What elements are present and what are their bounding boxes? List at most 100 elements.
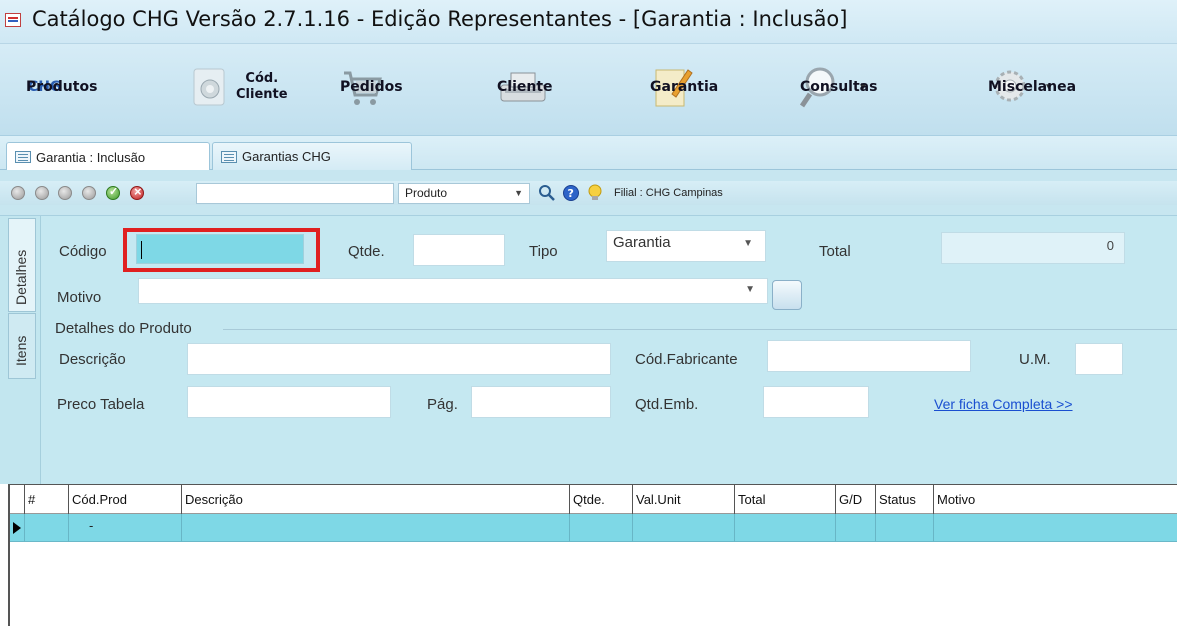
- next-record-button[interactable]: [58, 186, 72, 200]
- filter-selected-value: Produto: [405, 186, 448, 200]
- consultas-button[interactable]: Consultas ▼: [799, 58, 877, 116]
- cod-fabricante-label: Cód.Fabricante: [635, 351, 738, 368]
- cod-cliente-button[interactable]: Cód. Cliente: [190, 58, 288, 116]
- tab-garantia-inclusao[interactable]: Garantia : Inclusão: [6, 142, 210, 171]
- main-form: Detalhes Itens Código Qtde. Tipo Garanti…: [0, 216, 1177, 484]
- qtde-label: Qtde.: [348, 243, 385, 260]
- document-tabs: Garantia : Inclusão Garantias CHG: [0, 136, 1177, 171]
- items-grid: # Cód.Prod Descrição Qtde. Val.Unit Tota…: [8, 484, 1177, 626]
- motivo-lookup-button[interactable]: [772, 280, 802, 310]
- column-header[interactable]: G/D: [835, 485, 875, 515]
- app-icon: [5, 13, 21, 27]
- qtde-input[interactable]: [413, 234, 505, 266]
- motivo-select[interactable]: ▼: [138, 278, 768, 304]
- help-icon[interactable]: ?: [562, 184, 580, 202]
- chevron-down-icon: ▼: [514, 188, 523, 198]
- pag-label: Pág.: [427, 396, 458, 413]
- cod-cliente-icon: [190, 65, 230, 109]
- cancel-button[interactable]: [130, 184, 144, 200]
- navigation-toolbar: Produto ▼ ? Filial : CHG Campinas: [0, 170, 1177, 216]
- pedidos-label: Pedidos: [340, 79, 403, 95]
- tab-detalhes-label: Detalhes: [13, 249, 29, 305]
- table-cell: [569, 514, 632, 542]
- column-header[interactable]: Total: [734, 485, 835, 515]
- produtos-label: Produtos: [26, 79, 98, 95]
- tipo-select[interactable]: Garantia ▼: [606, 230, 766, 262]
- cod-cliente-label: Cód. Cliente: [236, 71, 288, 103]
- column-header[interactable]: Val.Unit: [632, 485, 734, 515]
- table-cell: [933, 514, 1177, 542]
- form-icon: [221, 150, 237, 163]
- total-field: 0: [941, 232, 1125, 264]
- codigo-input[interactable]: [136, 234, 304, 264]
- group-divider: [223, 329, 1177, 330]
- previous-record-button[interactable]: [35, 186, 49, 200]
- tab-itens-label: Itens: [13, 335, 29, 366]
- detalhes-produto-title: Detalhes do Produto: [55, 320, 192, 337]
- table-cell: [734, 514, 835, 542]
- table-cell: [835, 514, 875, 542]
- column-header[interactable]: Descrição: [181, 485, 569, 515]
- column-header[interactable]: Qtde.: [569, 485, 632, 515]
- pedidos-button[interactable]: Pedidos: [340, 58, 403, 116]
- table-row[interactable]: -: [10, 514, 1177, 542]
- tab-itens[interactable]: Itens: [8, 313, 36, 379]
- tab-label: Garantias CHG: [242, 149, 331, 164]
- cod-fabricante-input[interactable]: [767, 340, 971, 372]
- first-record-button[interactable]: [11, 186, 25, 200]
- garantia-button[interactable]: Garantia: [650, 58, 718, 116]
- confirm-button[interactable]: [106, 185, 120, 200]
- lightbulb-icon[interactable]: [586, 183, 604, 203]
- motivo-label: Motivo: [57, 289, 102, 306]
- table-cell: [24, 514, 68, 542]
- column-header[interactable]: Status: [875, 485, 933, 515]
- column-header[interactable]: #: [24, 485, 68, 515]
- qtd-emb-input[interactable]: [763, 386, 869, 418]
- miscelanea-button[interactable]: Miscelanea ▼: [988, 58, 1076, 116]
- cliente-button[interactable]: Cliente: [497, 58, 553, 116]
- total-label: Total: [819, 243, 851, 260]
- tab-label: Garantia : Inclusão: [36, 149, 146, 165]
- current-row-indicator-icon: [13, 522, 21, 534]
- text-caret: [141, 241, 142, 259]
- table-cell: [181, 514, 569, 542]
- um-label: U.M.: [1019, 351, 1051, 368]
- preco-tabela-label: Preco Tabela: [57, 396, 145, 413]
- tab-detalhes[interactable]: Detalhes: [8, 218, 36, 312]
- pag-input[interactable]: [471, 386, 611, 418]
- form-detalhes: Código Qtde. Tipo Garantia ▼ Total 0 Mot…: [40, 216, 1177, 484]
- search-icon[interactable]: [538, 184, 556, 202]
- um-input[interactable]: [1075, 343, 1123, 375]
- descricao-label: Descrição: [59, 351, 126, 368]
- column-header[interactable]: Motivo: [933, 485, 1177, 515]
- chevron-down-icon: ▼: [745, 284, 755, 295]
- last-record-button[interactable]: [82, 186, 96, 200]
- preco-tabela-input[interactable]: [187, 386, 391, 418]
- cod-cliente-label-line1: Cód.: [245, 71, 279, 86]
- tab-garantias-chg[interactable]: Garantias CHG: [212, 142, 412, 170]
- miscelanea-label: Miscelanea: [988, 79, 1077, 95]
- svg-text:?: ?: [568, 187, 574, 200]
- window-title: Catálogo CHG Versão 2.7.1.16 - Edição Re…: [32, 7, 848, 31]
- grid-header: # Cód.Prod Descrição Qtde. Val.Unit Tota…: [10, 484, 1177, 515]
- column-header[interactable]: Cód.Prod: [68, 485, 181, 515]
- table-cell: [875, 514, 933, 542]
- garantia-label: Garantia: [650, 79, 719, 95]
- filter-select[interactable]: Produto ▼: [398, 183, 530, 204]
- title-bar: Catálogo CHG Versão 2.7.1.16 - Edição Re…: [0, 0, 1177, 44]
- filial-label: Filial : CHG Campinas: [614, 187, 723, 199]
- cod-cliente-label-line2: Cliente: [236, 87, 288, 102]
- codigo-label: Código: [59, 243, 107, 260]
- ver-ficha-completa-link[interactable]: Ver ficha Completa >>: [934, 396, 1073, 412]
- ribbon-toolbar: CHG Produtos Cód. Cliente Pedidos Client…: [0, 44, 1177, 136]
- descricao-input[interactable]: [187, 343, 611, 375]
- form-icon: [15, 151, 31, 163]
- cliente-label: Cliente: [497, 79, 553, 95]
- consultas-label: Consultas: [800, 79, 878, 95]
- table-cell: [632, 514, 734, 542]
- chevron-down-icon: ▼: [743, 238, 753, 249]
- produtos-button[interactable]: CHG Produtos: [26, 58, 97, 116]
- toolbar-row: Produto ▼ ? Filial : CHG Campinas: [0, 181, 1177, 205]
- toolbar-search-input[interactable]: [196, 183, 394, 204]
- table-cell: -: [68, 514, 181, 542]
